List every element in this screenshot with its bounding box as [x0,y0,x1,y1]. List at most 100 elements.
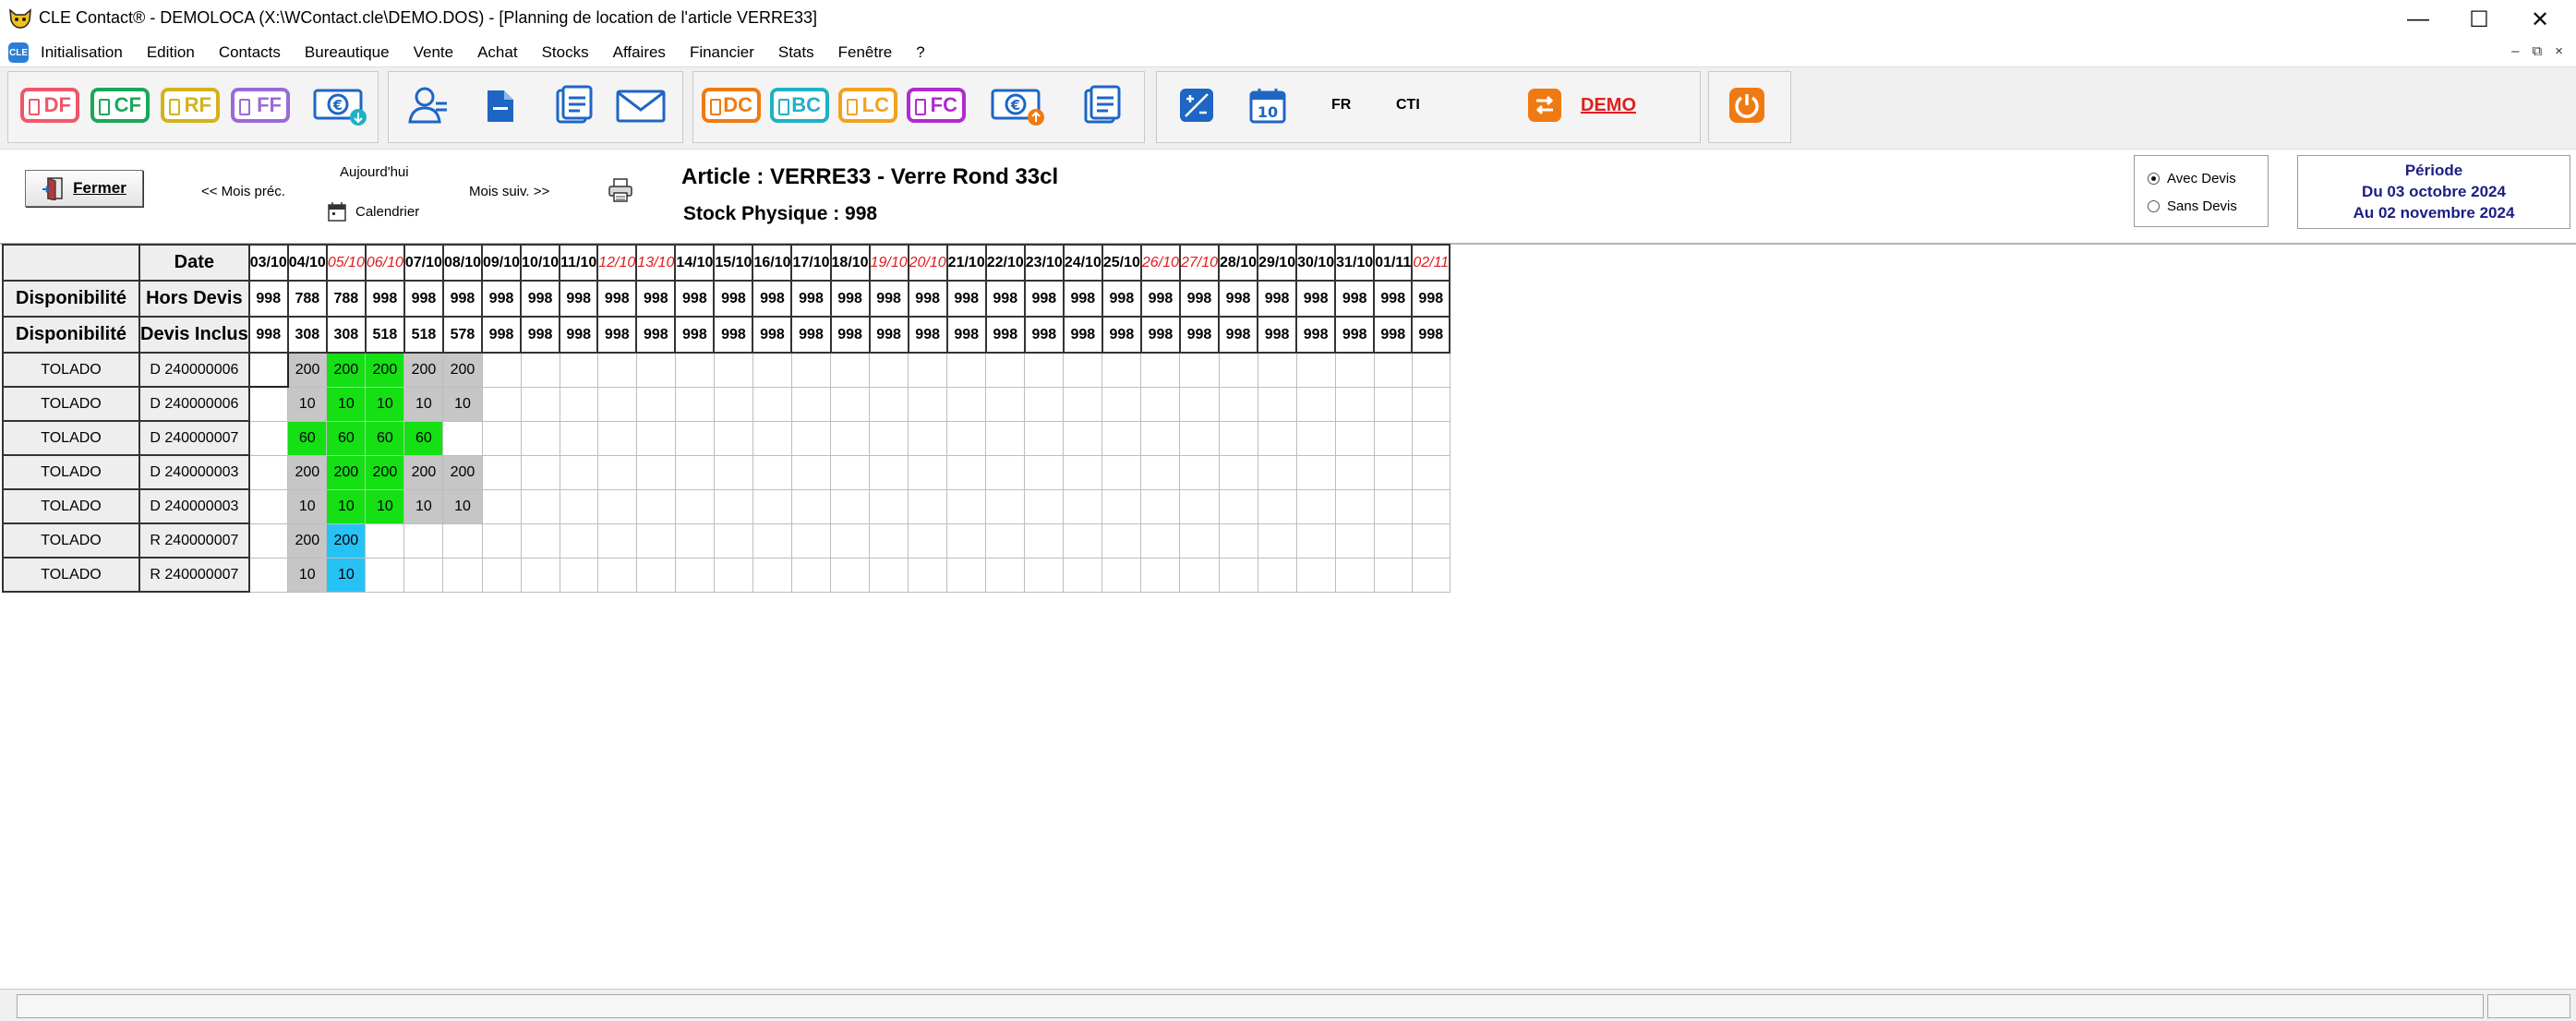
booking-cell-empty[interactable] [481,488,522,524]
mdi-minimize-button[interactable]: – [2511,43,2519,59]
booking-cell[interactable]: 10 [287,557,328,593]
booking-cell[interactable]: 10 [442,488,483,524]
menu-item-achat[interactable]: Achat [477,43,517,62]
booking-client[interactable]: TOLADO [2,454,140,490]
booking-cell-empty[interactable] [713,523,753,559]
booking-cell-empty[interactable] [596,352,637,388]
menu-item-affaires[interactable]: Affaires [613,43,666,62]
date-header-cell[interactable]: 26/10 [1139,244,1181,282]
booking-cell-empty[interactable] [559,352,598,388]
ff-button[interactable]: FF [231,86,290,125]
booking-cell-empty[interactable] [1373,488,1413,524]
booking-cell-empty[interactable] [1334,523,1375,559]
booking-cell-empty[interactable] [985,352,1026,388]
booking-cell-empty[interactable] [985,557,1026,593]
date-header-cell[interactable]: 01/11 [1373,244,1414,282]
booking-cell-empty[interactable] [752,386,792,422]
booking-cell-empty[interactable] [985,488,1026,524]
booking-cell-empty[interactable] [1257,488,1297,524]
date-header-cell[interactable]: 30/10 [1295,244,1337,282]
booking-cell-empty[interactable] [830,420,871,456]
booking-cell[interactable]: 200 [287,523,328,559]
fc-button[interactable]: FC [907,86,966,125]
booking-cell-empty[interactable] [908,386,948,422]
radio-avec-devis[interactable]: Avec Devis [2148,171,2236,186]
booking-document[interactable]: D 240000006 [138,386,250,422]
date-header-cell[interactable]: 17/10 [790,244,832,282]
date-header-cell[interactable]: 16/10 [752,244,793,282]
booking-cell-empty[interactable] [908,557,948,593]
booking-cell-empty[interactable] [1024,420,1065,456]
quit-button[interactable] [1728,86,1765,125]
booking-cell-empty[interactable] [1373,454,1413,490]
booking-cell[interactable]: 10 [326,557,367,593]
booking-cell-empty[interactable] [713,386,753,422]
booking-cell[interactable] [248,454,289,490]
booking-cell-empty[interactable] [869,523,909,559]
booking-cell-empty[interactable] [713,420,753,456]
menu-item-financier[interactable]: Financier [690,43,754,62]
folder-button[interactable] [482,86,519,125]
booking-cell-empty[interactable] [1295,523,1336,559]
booking-cell-empty[interactable] [1218,557,1258,593]
booking-cell-empty[interactable] [596,557,637,593]
date-header-cell[interactable]: 09/10 [480,244,523,282]
booking-cell-empty[interactable] [946,523,987,559]
booking-cell-empty[interactable] [946,557,987,593]
booking-cell-empty[interactable] [908,523,948,559]
booking-document[interactable]: D 240000003 [138,488,250,524]
booking-row[interactable]: TOLADO R 240000007 10 10 [2,557,1451,593]
booking-cell[interactable] [248,386,289,422]
switch-base-button[interactable] [1527,86,1562,125]
booking-cell-empty[interactable] [635,352,676,388]
booking-cell-empty[interactable] [946,420,987,456]
booking-cell-empty[interactable] [1140,523,1181,559]
menu-item-edition[interactable]: Edition [147,43,195,62]
booking-cell-empty[interactable] [1218,352,1258,388]
menu-item-contacts[interactable]: Contacts [219,43,281,62]
df-button[interactable]: DF [20,86,79,125]
booking-cell-empty[interactable] [403,523,444,559]
rf-button[interactable]: RF [161,86,220,125]
booking-cell-empty[interactable] [1024,488,1065,524]
date-header-cell[interactable]: 24/10 [1062,244,1103,282]
booking-cell-empty[interactable] [635,523,676,559]
booking-cell-empty[interactable] [790,488,832,524]
booking-cell-empty[interactable] [869,488,909,524]
booking-cell-empty[interactable] [1218,386,1258,422]
booking-cell-empty[interactable] [674,557,715,593]
booking-cell-empty[interactable] [596,454,637,490]
booking-cell-empty[interactable] [1179,557,1220,593]
booking-cell-empty[interactable] [1140,386,1181,422]
booking-cell-empty[interactable] [1140,352,1181,388]
booking-cell-empty[interactable] [559,420,598,456]
menu-item-initialisation[interactable]: Initialisation [41,43,123,62]
date-header-cell[interactable]: 27/10 [1178,244,1221,282]
booking-cell[interactable] [248,557,289,593]
booking-cell-empty[interactable] [790,557,832,593]
booking-cell-empty[interactable] [520,557,560,593]
dc-button[interactable]: DC [702,86,761,125]
booking-cell-empty[interactable] [442,420,483,456]
booking-cell-empty[interactable] [1411,352,1451,388]
booking-cell-empty[interactable] [1101,386,1142,422]
booking-document[interactable]: D 240000006 [138,352,250,388]
booking-cell[interactable]: 10 [442,386,483,422]
booking-cell-empty[interactable] [1334,386,1375,422]
booking-cell-empty[interactable] [985,454,1026,490]
booking-cell-empty[interactable] [946,352,987,388]
booking-cell-empty[interactable] [1218,454,1258,490]
maximize-button[interactable]: ☐ [2449,0,2510,39]
booking-cell[interactable]: 200 [326,454,367,490]
date-header-cell[interactable]: 18/10 [829,244,871,282]
booking-cell-empty[interactable] [752,454,792,490]
booking-cell[interactable]: 200 [287,352,328,388]
booking-cell-empty[interactable] [1179,352,1220,388]
menu-item-stocks[interactable]: Stocks [542,43,589,62]
language-button[interactable]: FR [1331,86,1351,125]
minimize-button[interactable]: — [2388,0,2449,39]
booking-cell-empty[interactable] [946,454,987,490]
booking-cell-empty[interactable] [830,386,871,422]
booking-cell-empty[interactable] [713,352,753,388]
booking-cell-empty[interactable] [635,454,676,490]
